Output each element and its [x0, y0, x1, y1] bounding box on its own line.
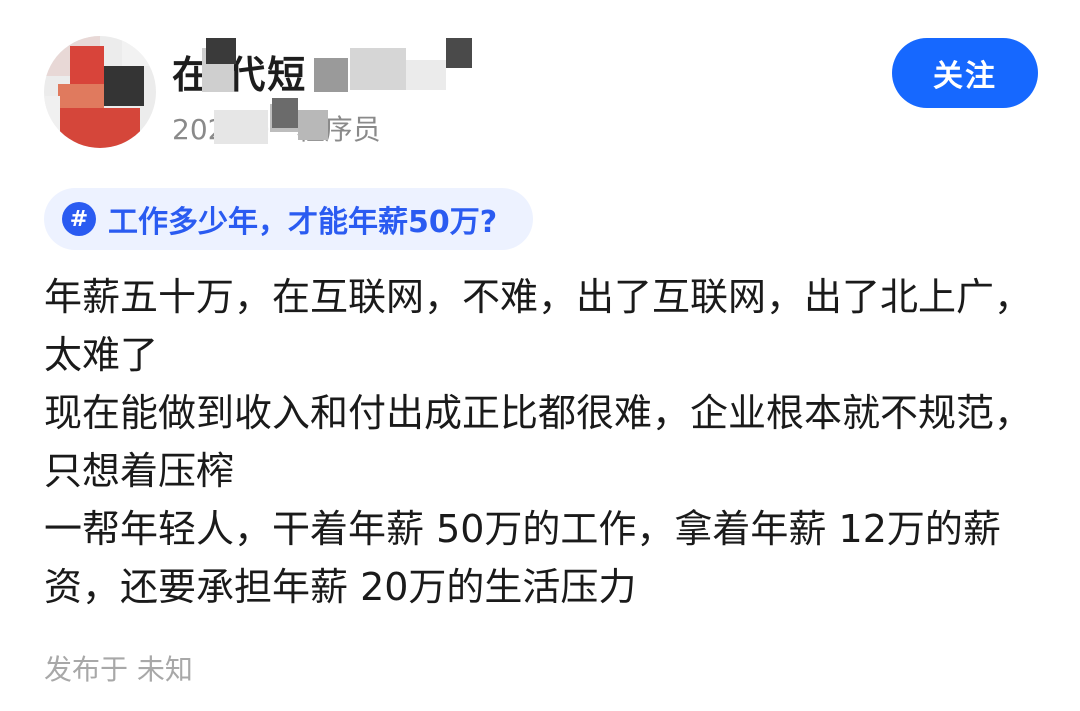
- meta-mosaic: [298, 110, 328, 140]
- name-mosaic: [406, 60, 446, 90]
- name-mosaic: [446, 38, 472, 68]
- author-name-row[interactable]: 在 代短: [172, 38, 492, 98]
- publish-info: 发布于 未知: [44, 653, 193, 686]
- meta-mosaic: [214, 110, 268, 144]
- post-paragraph: 年薪五十万，在互联网，不难，出了互联网，出了北上广，太难了: [44, 275, 1033, 377]
- hashtag-icon: #: [62, 202, 96, 236]
- follow-button[interactable]: 关注: [892, 38, 1038, 108]
- topic-tag[interactable]: # 工作多少年，才能年薪50万?: [44, 188, 534, 250]
- topic-label: 工作多少年，才能年薪50万?: [108, 205, 498, 240]
- name-mosaic: [206, 38, 236, 64]
- post-paragraph: 一帮年轻人，干着年薪 50万的工作，拿着年薪 12万的薪资，还要承担年薪 20万…: [44, 507, 1001, 609]
- name-mosaic: [314, 58, 348, 92]
- post-paragraph: 现在能做到收入和付出成正比都很难，企业根本就不规范，只想着压榨: [44, 391, 1033, 493]
- author-name[interactable]: 在 代短: [172, 44, 307, 99]
- author-meta-row: 202 30 · 程序员: [172, 98, 492, 148]
- name-mosaic: [350, 48, 406, 90]
- avatar[interactable]: [44, 36, 156, 148]
- meta-mosaic: [272, 98, 298, 128]
- post-body: 年薪五十万，在互联网，不难，出了互联网，出了北上广，太难了 现在能做到收入和付出…: [44, 268, 1044, 616]
- post-header: 在 代短 202 30 · 程序员 关注: [0, 0, 1080, 170]
